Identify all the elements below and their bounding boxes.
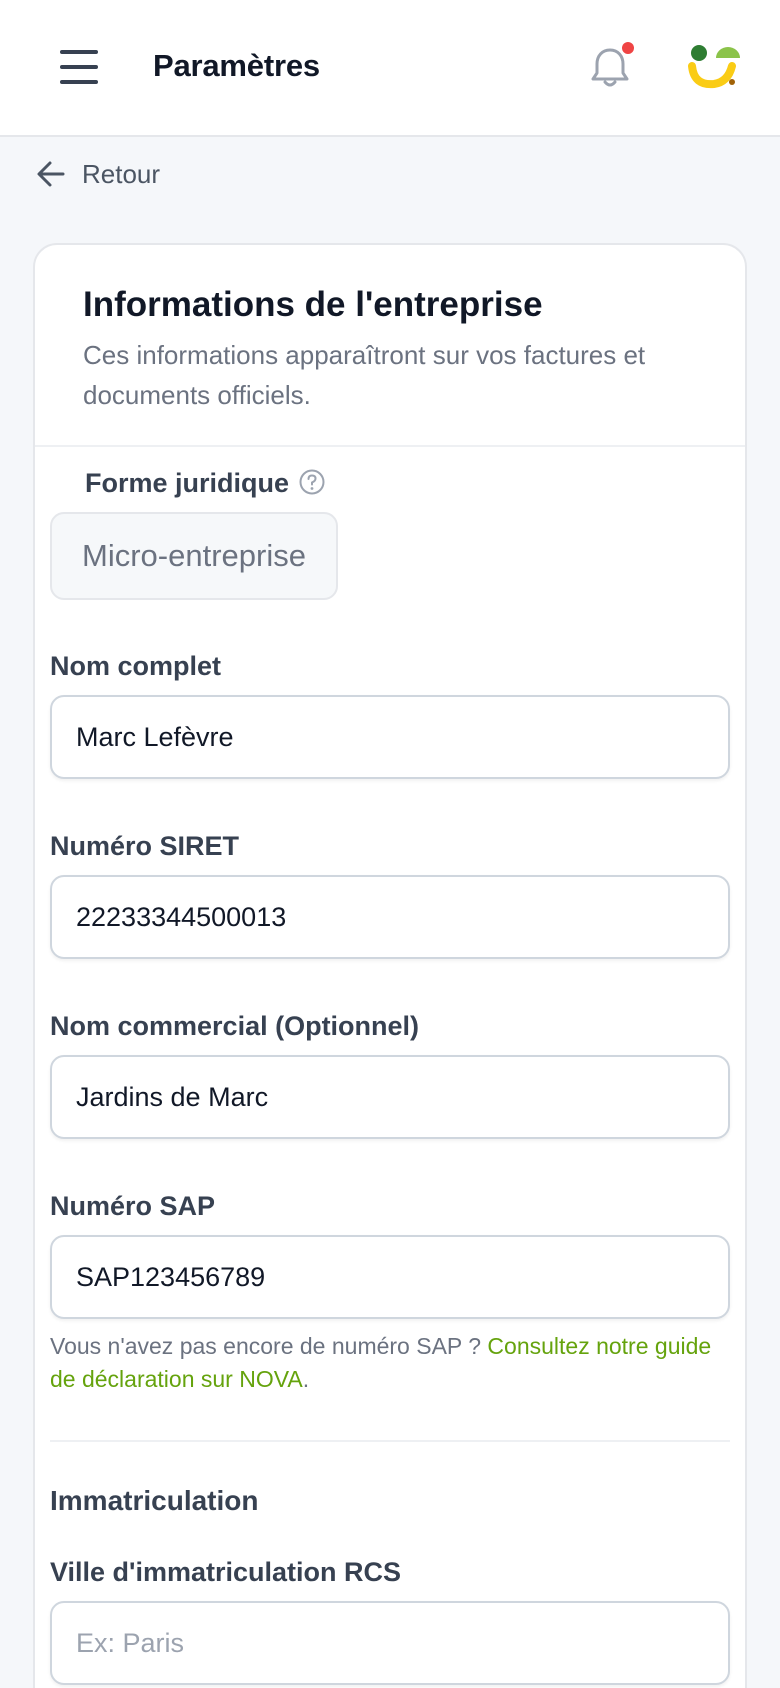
hamburger-menu-icon[interactable] — [60, 50, 98, 84]
sap-input[interactable] — [50, 1235, 730, 1319]
card-subtitle: Ces informations apparaîtront sur vos fa… — [83, 340, 646, 410]
rcs-city-input[interactable] — [50, 1601, 730, 1685]
sap-label: Numéro SAP — [50, 1191, 216, 1221]
card-header: Informations de l'entreprise Ces informa… — [35, 245, 745, 447]
notification-dot — [622, 42, 634, 54]
legal-form-value: Micro-entreprise — [50, 512, 338, 600]
legal-form-label: Forme juridique — [85, 468, 325, 499]
arrow-left-icon — [37, 161, 65, 187]
full-name-input[interactable] — [50, 695, 730, 779]
siret-label: Numéro SIRET — [50, 831, 240, 861]
back-label: Retour — [82, 158, 161, 189]
brand-logo-icon[interactable] — [688, 44, 740, 90]
sap-hint: Vous n'avez pas encore de numéro SAP ? C… — [50, 1330, 730, 1396]
question-help-icon[interactable] — [299, 469, 325, 495]
legal-form-label-text: Forme juridique — [85, 468, 290, 498]
full-name-label: Nom complet — [50, 651, 222, 681]
section-divider — [50, 1440, 730, 1442]
page-title: Paramètres — [153, 48, 320, 83]
registration-section-title: Immatriculation — [50, 1485, 259, 1516]
card-title: Informations de l'entreprise — [83, 285, 543, 324]
back-link[interactable]: Retour — [36, 156, 160, 192]
company-info-card: Informations de l'entreprise Ces informa… — [33, 243, 747, 1688]
sap-hint-text: Vous n'avez pas encore de numéro SAP ? — [50, 1333, 488, 1359]
sap-hint-end: . — [302, 1366, 310, 1392]
siret-input[interactable] — [50, 875, 730, 959]
trade-name-input[interactable] — [50, 1055, 730, 1139]
rcs-city-label: Ville d'immatriculation RCS — [50, 1557, 401, 1587]
trade-name-label: Nom commercial (Optionnel) — [50, 1011, 420, 1041]
top-app-bar: Paramètres — [0, 0, 780, 137]
